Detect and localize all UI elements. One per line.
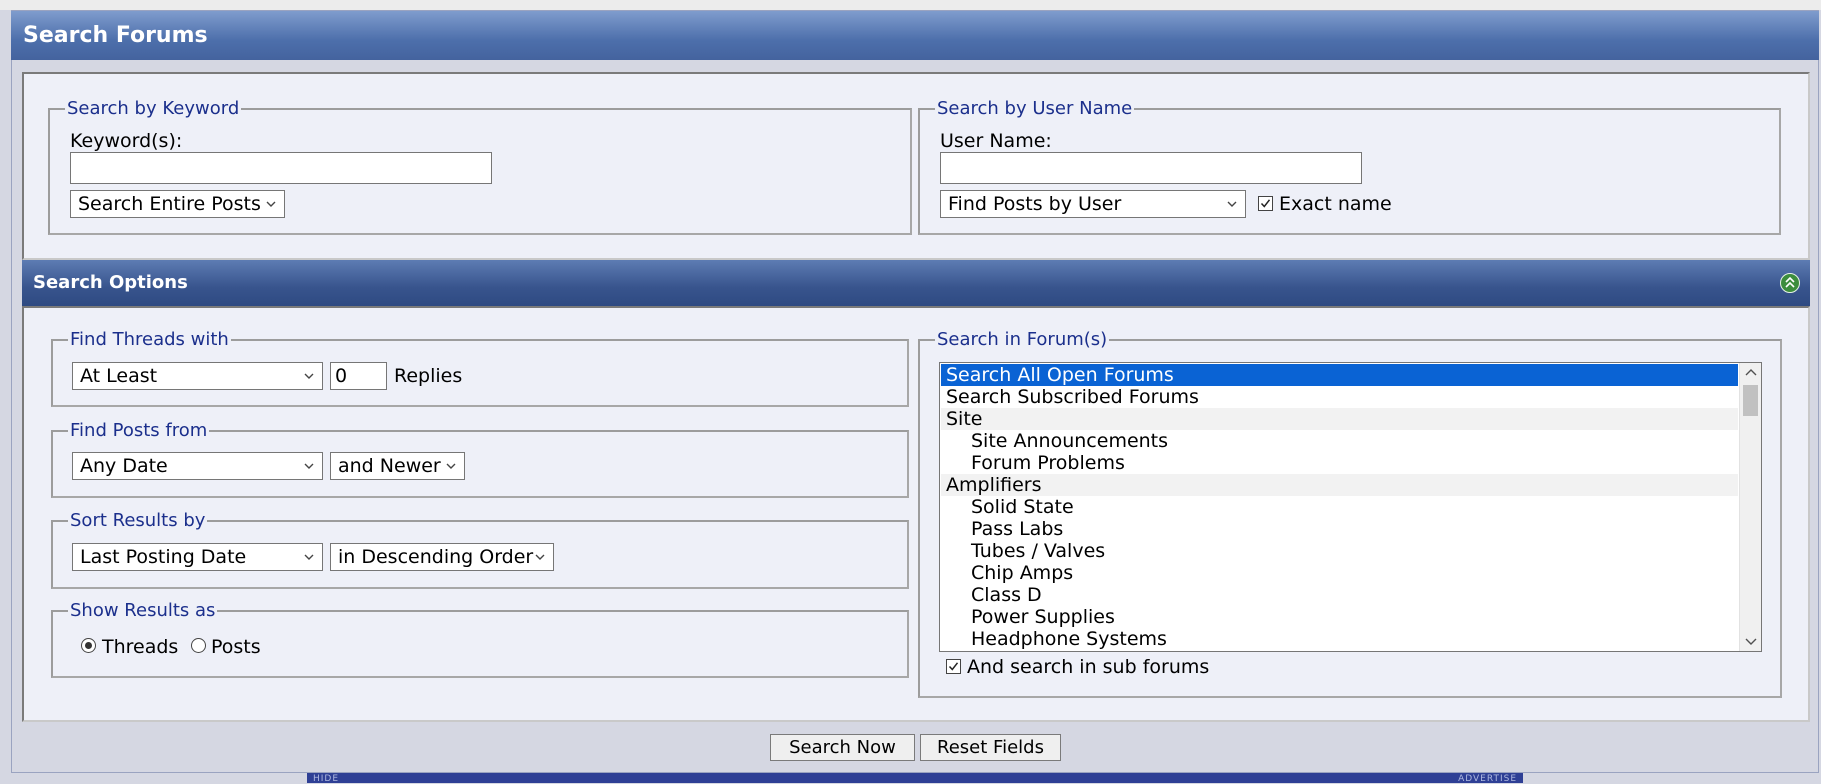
- show-results-legend: Show Results as: [70, 600, 216, 621]
- forums-legend: Search in Forum(s): [937, 329, 1108, 350]
- keyword-mode-select[interactable]: Search Entire Posts: [70, 190, 285, 218]
- username-label: User Name:: [940, 130, 1052, 152]
- forum-list-item[interactable]: Power Supplies: [941, 606, 1738, 628]
- replies-label: Replies: [394, 365, 463, 387]
- forum-list-item[interactable]: Site Announcements: [941, 430, 1738, 452]
- forum-list-item[interactable]: Site: [941, 408, 1738, 430]
- forum-list-item[interactable]: Headphone Systems: [941, 628, 1738, 650]
- scroll-thumb[interactable]: [1743, 385, 1758, 416]
- listbox-scrollbar[interactable]: [1739, 363, 1761, 651]
- chevron-down-icon: [266, 201, 276, 207]
- posts-radio-label: Posts: [211, 636, 261, 658]
- user-mode-value: Find Posts by User: [948, 193, 1122, 215]
- posts-radio[interactable]: [191, 638, 206, 653]
- show-results-fieldset: Show Results as: [51, 600, 909, 678]
- chevron-down-icon: [1227, 201, 1237, 207]
- replies-count-input[interactable]: 0: [330, 362, 387, 390]
- search-options-title: Search Options: [33, 272, 188, 293]
- checkmark-icon: [948, 662, 959, 671]
- date-direction-value: and Newer: [338, 455, 441, 477]
- chevron-down-icon: [304, 554, 314, 560]
- search-options-header: Search Options: [22, 260, 1810, 306]
- date-direction-select[interactable]: and Newer: [330, 452, 465, 480]
- sort-order-value: in Descending Order: [338, 546, 534, 568]
- chevron-down-icon: [304, 373, 314, 379]
- sort-field-value: Last Posting Date: [80, 546, 247, 568]
- keyword-input[interactable]: [70, 152, 492, 184]
- double-chevron-up-icon: [1785, 276, 1795, 288]
- threads-radio[interactable]: [81, 638, 96, 653]
- page-title: Search Forums: [11, 11, 1819, 60]
- search-now-button[interactable]: Search Now: [770, 734, 915, 761]
- forum-list-item[interactable]: Amplifiers: [941, 474, 1738, 496]
- forum-list-item[interactable]: Tubes / Valves: [941, 540, 1738, 562]
- find-posts-legend: Find Posts from: [70, 420, 208, 441]
- chevron-down-icon: [446, 463, 456, 469]
- threads-radio-label: Threads: [102, 636, 179, 658]
- username-input[interactable]: [940, 152, 1362, 184]
- scroll-down-icon[interactable]: [1745, 638, 1757, 646]
- replies-comparator-value: At Least: [80, 365, 158, 387]
- keyword-mode-value: Search Entire Posts: [78, 193, 261, 215]
- collapse-up-icon[interactable]: [1780, 273, 1800, 293]
- chevron-down-icon: [535, 554, 545, 560]
- forum-list-item[interactable]: Class D: [941, 584, 1738, 606]
- date-range-value: Any Date: [80, 455, 168, 477]
- forum-list: Search All Open Forums Search Subscribed …: [941, 364, 1738, 650]
- keyword-legend: Search by Keyword: [67, 98, 240, 119]
- subforums-checkbox[interactable]: [946, 659, 961, 674]
- checkmark-icon: [1260, 199, 1271, 208]
- subforums-label: And search in sub forums: [967, 656, 1210, 678]
- forum-list-item[interactable]: Chip Amps: [941, 562, 1738, 584]
- scroll-up-icon[interactable]: [1745, 368, 1757, 376]
- user-mode-select[interactable]: Find Posts by User: [940, 190, 1246, 218]
- forum-list-item[interactable]: Pass Labs: [941, 518, 1738, 540]
- find-threads-legend: Find Threads with: [70, 329, 229, 350]
- chevron-down-icon: [304, 463, 314, 469]
- forum-list-item[interactable]: Solid State: [941, 496, 1738, 518]
- date-range-select[interactable]: Any Date: [72, 452, 323, 480]
- sort-field-select[interactable]: Last Posting Date: [72, 543, 323, 571]
- exact-name-checkbox[interactable]: [1258, 196, 1273, 211]
- forum-list-item[interactable]: Search Subscribed Forums: [941, 386, 1738, 408]
- footer-strip: HIDE ADVERTISE: [307, 773, 1523, 784]
- radio-selected-dot: [85, 642, 92, 649]
- forum-list-item[interactable]: Search All Open Forums: [941, 364, 1738, 386]
- username-legend: Search by User Name: [937, 98, 1133, 119]
- sort-results-legend: Sort Results by: [70, 510, 206, 531]
- page-top-strip: [0, 0, 1821, 10]
- keyword-label: Keyword(s):: [70, 130, 183, 152]
- reset-fields-button[interactable]: Reset Fields: [920, 734, 1061, 761]
- sort-order-select[interactable]: in Descending Order: [330, 543, 554, 571]
- forum-listbox[interactable]: Search All Open Forums Search Subscribed …: [939, 362, 1762, 652]
- replies-comparator-select[interactable]: At Least: [72, 362, 323, 390]
- forum-list-item[interactable]: Forum Problems: [941, 452, 1738, 474]
- exact-name-label: Exact name: [1279, 193, 1392, 215]
